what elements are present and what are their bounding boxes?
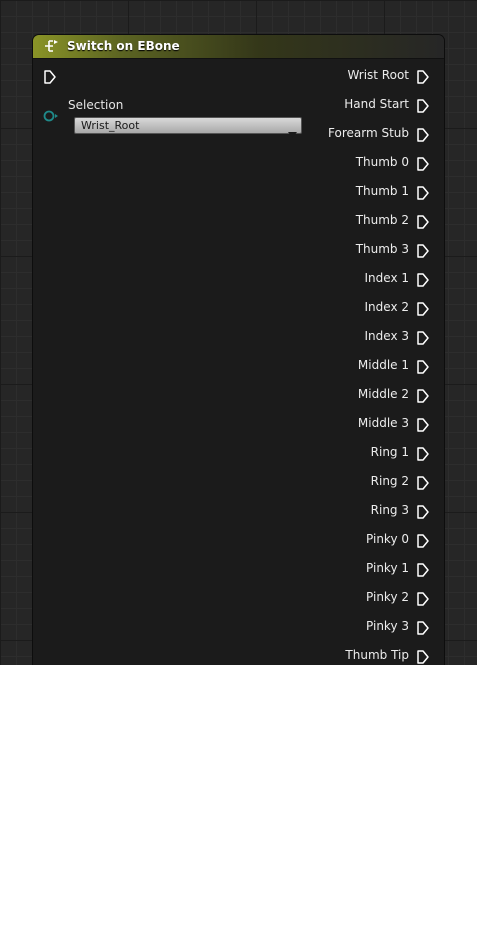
output-pin-row[interactable]: Forearm Stub xyxy=(244,123,444,152)
output-pin-row[interactable]: Middle 1 xyxy=(244,355,444,384)
output-pin-row[interactable]: Index 2 xyxy=(244,297,444,326)
output-pin-row[interactable]: Hand Start xyxy=(244,94,444,123)
output-pin-row[interactable]: Pinky 1 xyxy=(244,558,444,587)
exec-output-pin-icon[interactable] xyxy=(416,98,430,114)
exec-output-pin-icon[interactable] xyxy=(416,417,430,433)
exec-output-pin-icon[interactable] xyxy=(416,359,430,375)
output-pin-label: Middle 3 xyxy=(357,416,409,430)
output-pin-row[interactable]: Thumb Tip xyxy=(244,645,444,665)
output-pin-label: Thumb Tip xyxy=(345,648,409,662)
output-pin-row[interactable]: Thumb 0 xyxy=(244,152,444,181)
selection-dropdown-value: Wrist_Root xyxy=(81,119,140,132)
exec-output-pin-icon[interactable] xyxy=(416,185,430,201)
output-pin-row[interactable]: Thumb 2 xyxy=(244,210,444,239)
output-pin-label: Ring 3 xyxy=(370,503,409,517)
node-header[interactable]: Switch on EBone xyxy=(33,35,444,59)
output-pin-label: Forearm Stub xyxy=(328,126,409,140)
output-pin-label: Thumb 2 xyxy=(355,213,409,227)
output-pin-row[interactable]: Thumb 3 xyxy=(244,239,444,268)
output-pin-row[interactable]: Middle 2 xyxy=(244,384,444,413)
graph-canvas[interactable]: Switch on EBone Selection Wrist_Root Wri… xyxy=(0,0,477,665)
output-pin-row[interactable]: Index 3 xyxy=(244,326,444,355)
output-pin-label: Index 3 xyxy=(364,329,409,343)
output-pin-label: Pinky 0 xyxy=(366,532,409,546)
exec-output-pin-icon[interactable] xyxy=(416,272,430,288)
exec-output-pin-icon[interactable] xyxy=(416,127,430,143)
output-pin-row[interactable]: Pinky 3 xyxy=(244,616,444,645)
exec-output-pin-icon[interactable] xyxy=(416,562,430,578)
output-pin-row[interactable]: Pinky 0 xyxy=(244,529,444,558)
exec-output-pin-icon[interactable] xyxy=(416,156,430,172)
output-pin-label: Hand Start xyxy=(344,97,409,111)
exec-output-pin-icon[interactable] xyxy=(416,301,430,317)
output-pin-label: Ring 1 xyxy=(370,445,409,459)
exec-output-pin-icon[interactable] xyxy=(416,504,430,520)
exec-output-pin-icon[interactable] xyxy=(416,243,430,259)
exec-input-pin-icon[interactable] xyxy=(43,69,57,85)
output-pin-label: Middle 1 xyxy=(357,358,409,372)
switch-node[interactable]: Switch on EBone Selection Wrist_Root Wri… xyxy=(33,35,444,665)
output-pin-label: Pinky 1 xyxy=(366,561,409,575)
node-title: Switch on EBone xyxy=(67,39,180,53)
exec-output-pin-icon[interactable] xyxy=(416,475,430,491)
output-pin-label: Pinky 3 xyxy=(366,619,409,633)
output-pin-label: Middle 2 xyxy=(357,387,409,401)
exec-output-pin-icon[interactable] xyxy=(416,388,430,404)
output-pin-row[interactable]: Ring 2 xyxy=(244,471,444,500)
selection-label: Selection xyxy=(68,98,124,112)
output-pin-row[interactable]: Wrist Root xyxy=(244,65,444,94)
exec-output-pin-icon[interactable] xyxy=(416,620,430,636)
output-pin-label: Thumb 3 xyxy=(355,242,409,256)
switch-icon xyxy=(43,38,60,54)
output-pin-row[interactable]: Pinky 2 xyxy=(244,587,444,616)
exec-output-pin-icon[interactable] xyxy=(416,214,430,230)
exec-output-pin-icon[interactable] xyxy=(416,330,430,346)
exec-output-pin-icon[interactable] xyxy=(416,649,430,665)
exec-output-pin-icon[interactable] xyxy=(416,533,430,549)
selection-pin-icon[interactable] xyxy=(43,108,59,122)
output-pin-row[interactable]: Ring 3 xyxy=(244,500,444,529)
output-pin-label: Ring 2 xyxy=(370,474,409,488)
output-pin-label: Thumb 1 xyxy=(355,184,409,198)
output-pin-row[interactable]: Index 1 xyxy=(244,268,444,297)
output-pin-label: Thumb 0 xyxy=(355,155,409,169)
output-pin-label: Index 2 xyxy=(364,300,409,314)
output-pin-label: Wrist Root xyxy=(347,68,409,82)
exec-output-pin-icon[interactable] xyxy=(416,69,430,85)
output-pin-row[interactable]: Thumb 1 xyxy=(244,181,444,210)
output-pin-row[interactable]: Middle 3 xyxy=(244,413,444,442)
output-pins-list: Wrist Root Hand Start Forearm Stub Thumb 0 T… xyxy=(244,65,444,665)
output-pin-label: Index 1 xyxy=(364,271,409,285)
output-pin-row[interactable]: Ring 1 xyxy=(244,442,444,471)
exec-output-pin-icon[interactable] xyxy=(416,446,430,462)
output-pin-label: Pinky 2 xyxy=(366,590,409,604)
exec-output-pin-icon[interactable] xyxy=(416,591,430,607)
